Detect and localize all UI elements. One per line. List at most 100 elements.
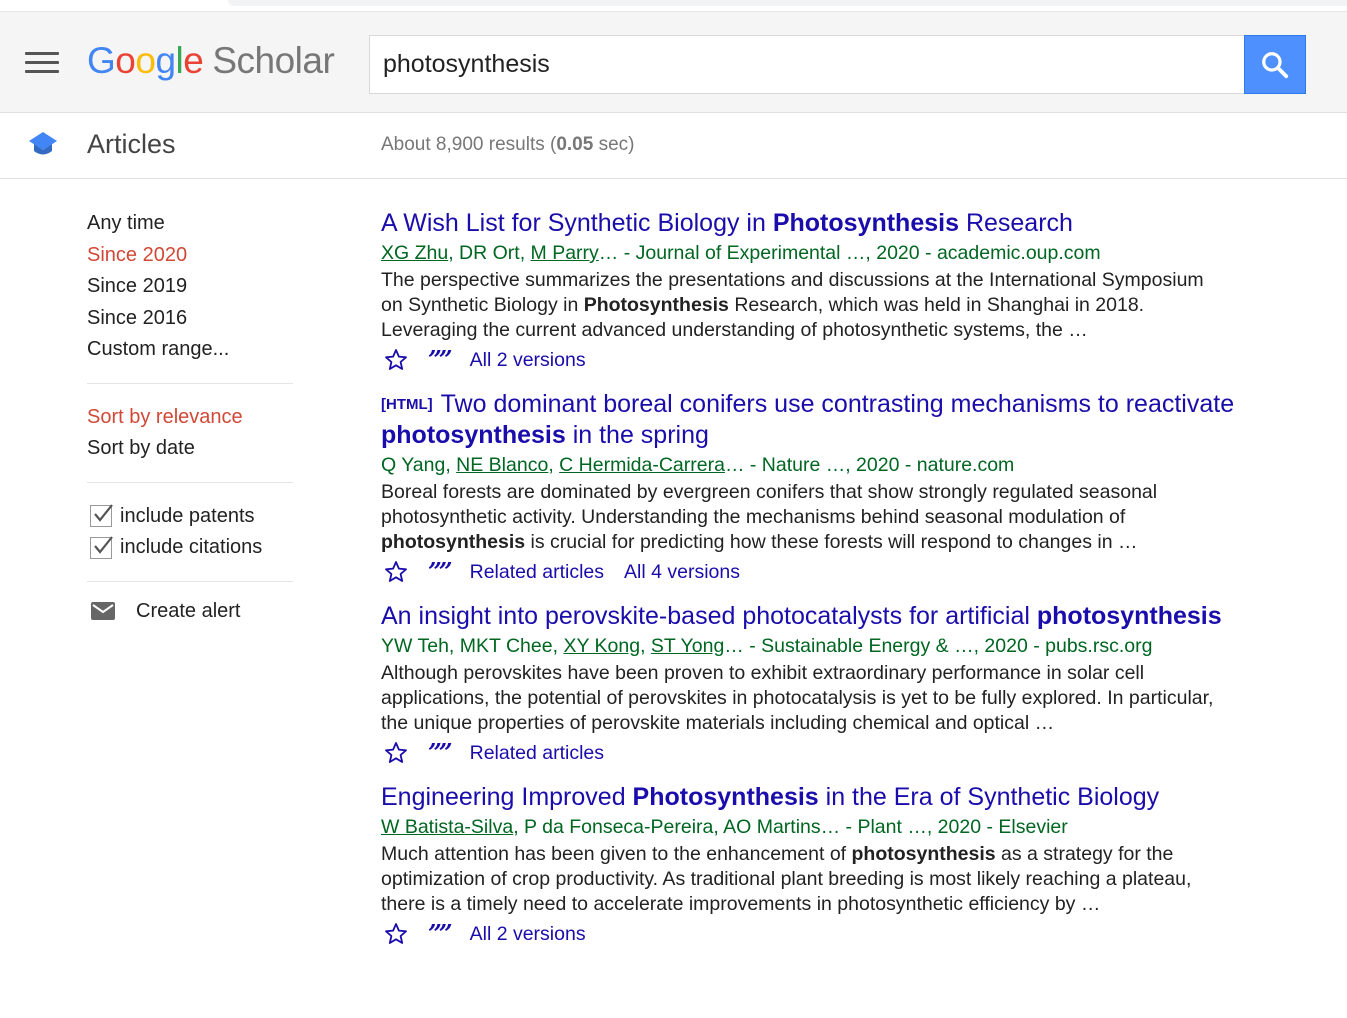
sidebar: Any time Since 2020 Since 2019 Since 201… bbox=[87, 208, 297, 623]
logo-letter: G bbox=[87, 40, 116, 81]
save-star-icon[interactable] bbox=[384, 922, 408, 946]
title-highlight: photosynthesis bbox=[381, 421, 566, 449]
title-text: An insight into perovskite-based photoca… bbox=[381, 602, 1037, 630]
sort-by-date[interactable]: Sort by date bbox=[87, 433, 297, 465]
result-snippet: Boreal forests are dominated by evergree… bbox=[381, 480, 1221, 555]
author-source-text: Q Yang, bbox=[381, 454, 457, 476]
hamburger-menu-icon[interactable] bbox=[25, 52, 59, 74]
author-source-text: … - Sustainable Energy & …, 2020 - pubs.… bbox=[724, 635, 1153, 657]
result-title-link[interactable]: A Wish List for Synthetic Biology in Pho… bbox=[381, 208, 1311, 239]
search-button[interactable] bbox=[1244, 35, 1306, 94]
title-highlight: Photosynthesis bbox=[632, 783, 819, 811]
filter-since-2020[interactable]: Since 2020 bbox=[87, 240, 297, 272]
google-scholar-logo[interactable]: Google Scholar bbox=[87, 40, 335, 82]
checkmark-icon bbox=[90, 536, 113, 559]
graduation-cap-icon bbox=[29, 132, 57, 155]
cite-quote-icon[interactable]: ”” bbox=[428, 741, 453, 765]
author-link[interactable]: W Batista-Silva bbox=[381, 816, 513, 838]
result-authors: Q Yang, NE Blanco, C Hermida-Carrera… - … bbox=[381, 451, 1311, 480]
include-patents-checkbox[interactable]: include patents bbox=[87, 501, 297, 533]
author-link[interactable]: M Parry bbox=[531, 242, 599, 264]
author-link[interactable]: C Hermida-Carrera bbox=[559, 454, 725, 476]
envelope-icon bbox=[91, 602, 115, 620]
results-count-prefix: About 8,900 results ( bbox=[381, 134, 557, 155]
author-source-text: … - Nature …, 2020 - nature.com bbox=[724, 454, 1015, 476]
results-count-suffix: sec) bbox=[593, 134, 635, 155]
snippet-text: Although perovskites have been proven to… bbox=[381, 662, 1214, 734]
search-result: A Wish List for Synthetic Biology in Pho… bbox=[381, 208, 1311, 375]
title-highlight: photosynthesis bbox=[1036, 602, 1222, 630]
include-citations-label: include citations bbox=[120, 536, 263, 558]
result-snippet: Much attention has been given to the enh… bbox=[381, 842, 1221, 917]
result-title-link[interactable]: Engineering Improved Photosynthesis in t… bbox=[381, 782, 1311, 813]
create-alert-label: Create alert bbox=[136, 599, 241, 622]
logo-scholar-text: Scholar bbox=[212, 40, 335, 81]
section-title[interactable]: Articles bbox=[87, 129, 176, 160]
author-source-text: , bbox=[640, 635, 651, 657]
result-authors: YW Teh, MKT Chee, XY Kong, ST Yong… - Su… bbox=[381, 632, 1311, 661]
result-actions: ”” Related articles bbox=[381, 738, 1311, 768]
author-source-text: … - Journal of Experimental …, 2020 - ac… bbox=[598, 242, 1101, 264]
create-alert-button[interactable]: Create alert bbox=[87, 600, 297, 623]
search-input[interactable] bbox=[370, 36, 1245, 93]
author-link[interactable]: ST Yong bbox=[651, 635, 724, 657]
save-star-icon[interactable] bbox=[384, 741, 408, 765]
sort-by-relevance[interactable]: Sort by relevance bbox=[87, 402, 297, 434]
result-title-link[interactable]: An insight into perovskite-based photoca… bbox=[381, 601, 1311, 632]
filter-custom-range[interactable]: Custom range... bbox=[87, 334, 297, 366]
versions-link[interactable]: All 4 versions bbox=[624, 561, 740, 584]
filter-any-time[interactable]: Any time bbox=[87, 208, 297, 240]
browser-tab[interactable] bbox=[228, 0, 1347, 6]
search-result: An insight into perovskite-based photoca… bbox=[381, 601, 1311, 768]
filter-since-2019[interactable]: Since 2019 bbox=[87, 271, 297, 303]
title-text: Engineering Improved bbox=[381, 783, 633, 811]
snippet-text: Much attention has been given to the enh… bbox=[381, 843, 852, 865]
related-articles-link[interactable]: Related articles bbox=[470, 561, 604, 584]
versions-link[interactable]: All 2 versions bbox=[470, 349, 586, 372]
subheader-bar: Articles About 8,900 results (0.05 sec) bbox=[0, 113, 1347, 179]
result-snippet: The perspective summarizes the presentat… bbox=[381, 268, 1221, 343]
title-highlight: Photosynthesis bbox=[772, 209, 959, 237]
snippet-text: is crucial for predicting how these fore… bbox=[525, 531, 1138, 553]
save-star-icon[interactable] bbox=[384, 348, 408, 372]
search-result: Engineering Improved Photosynthesis in t… bbox=[381, 782, 1311, 949]
title-text: Two dominant boreal conifers use contras… bbox=[440, 390, 1235, 418]
author-source-text: , DR Ort, bbox=[448, 242, 531, 264]
author-link[interactable]: NE Blanco bbox=[456, 454, 548, 476]
cite-quote-icon[interactable]: ”” bbox=[428, 922, 453, 946]
snippet-highlight: photosynthesis bbox=[851, 843, 996, 865]
save-star-icon[interactable] bbox=[384, 560, 408, 584]
divider bbox=[87, 481, 293, 483]
checkmark-icon bbox=[90, 504, 113, 528]
title-text: in the Era of Synthetic Biology bbox=[818, 783, 1160, 811]
author-link[interactable]: XY Kong bbox=[563, 635, 640, 657]
author-source-text: , P da Fonseca-Pereira, AO Martins… - Pl… bbox=[513, 816, 1068, 838]
result-actions: ”” All 2 versions bbox=[381, 345, 1311, 375]
cite-quote-icon[interactable]: ”” bbox=[428, 348, 453, 372]
related-articles-link[interactable]: Related articles bbox=[470, 742, 604, 765]
divider bbox=[87, 382, 293, 384]
result-snippet: Although perovskites have been proven to… bbox=[381, 661, 1221, 736]
result-title-link[interactable]: [HTML] Two dominant boreal conifers use c… bbox=[381, 389, 1311, 451]
results-list: A Wish List for Synthetic Biology in Pho… bbox=[381, 208, 1311, 949]
html-format-tag: [HTML] bbox=[381, 396, 433, 413]
logo-letter: g bbox=[155, 40, 176, 81]
divider bbox=[87, 580, 293, 582]
logo-letter: e bbox=[183, 40, 204, 81]
author-link[interactable]: XG Zhu bbox=[381, 242, 448, 264]
snippet-highlight: Photosynthesis bbox=[583, 294, 729, 316]
result-authors: XG Zhu, DR Ort, M Parry… - Journal of Ex… bbox=[381, 239, 1311, 268]
title-text: Research bbox=[959, 209, 1073, 237]
logo-letter: o bbox=[135, 40, 156, 81]
result-actions: ”” Related articles All 4 versions bbox=[381, 557, 1311, 587]
search-result: [HTML] Two dominant boreal conifers use c… bbox=[381, 389, 1311, 587]
title-text: A Wish List for Synthetic Biology in bbox=[381, 209, 773, 237]
result-authors: W Batista-Silva, P da Fonseca-Pereira, A… bbox=[381, 813, 1311, 842]
snippet-highlight: photosynthesis bbox=[381, 531, 526, 553]
versions-link[interactable]: All 2 versions bbox=[470, 923, 586, 946]
include-citations-checkbox[interactable]: include citations bbox=[87, 532, 297, 564]
cite-quote-icon[interactable]: ”” bbox=[428, 560, 453, 584]
search-box bbox=[369, 35, 1245, 94]
filter-since-2016[interactable]: Since 2016 bbox=[87, 303, 297, 335]
scholar-header: Google Scholar bbox=[0, 12, 1347, 113]
